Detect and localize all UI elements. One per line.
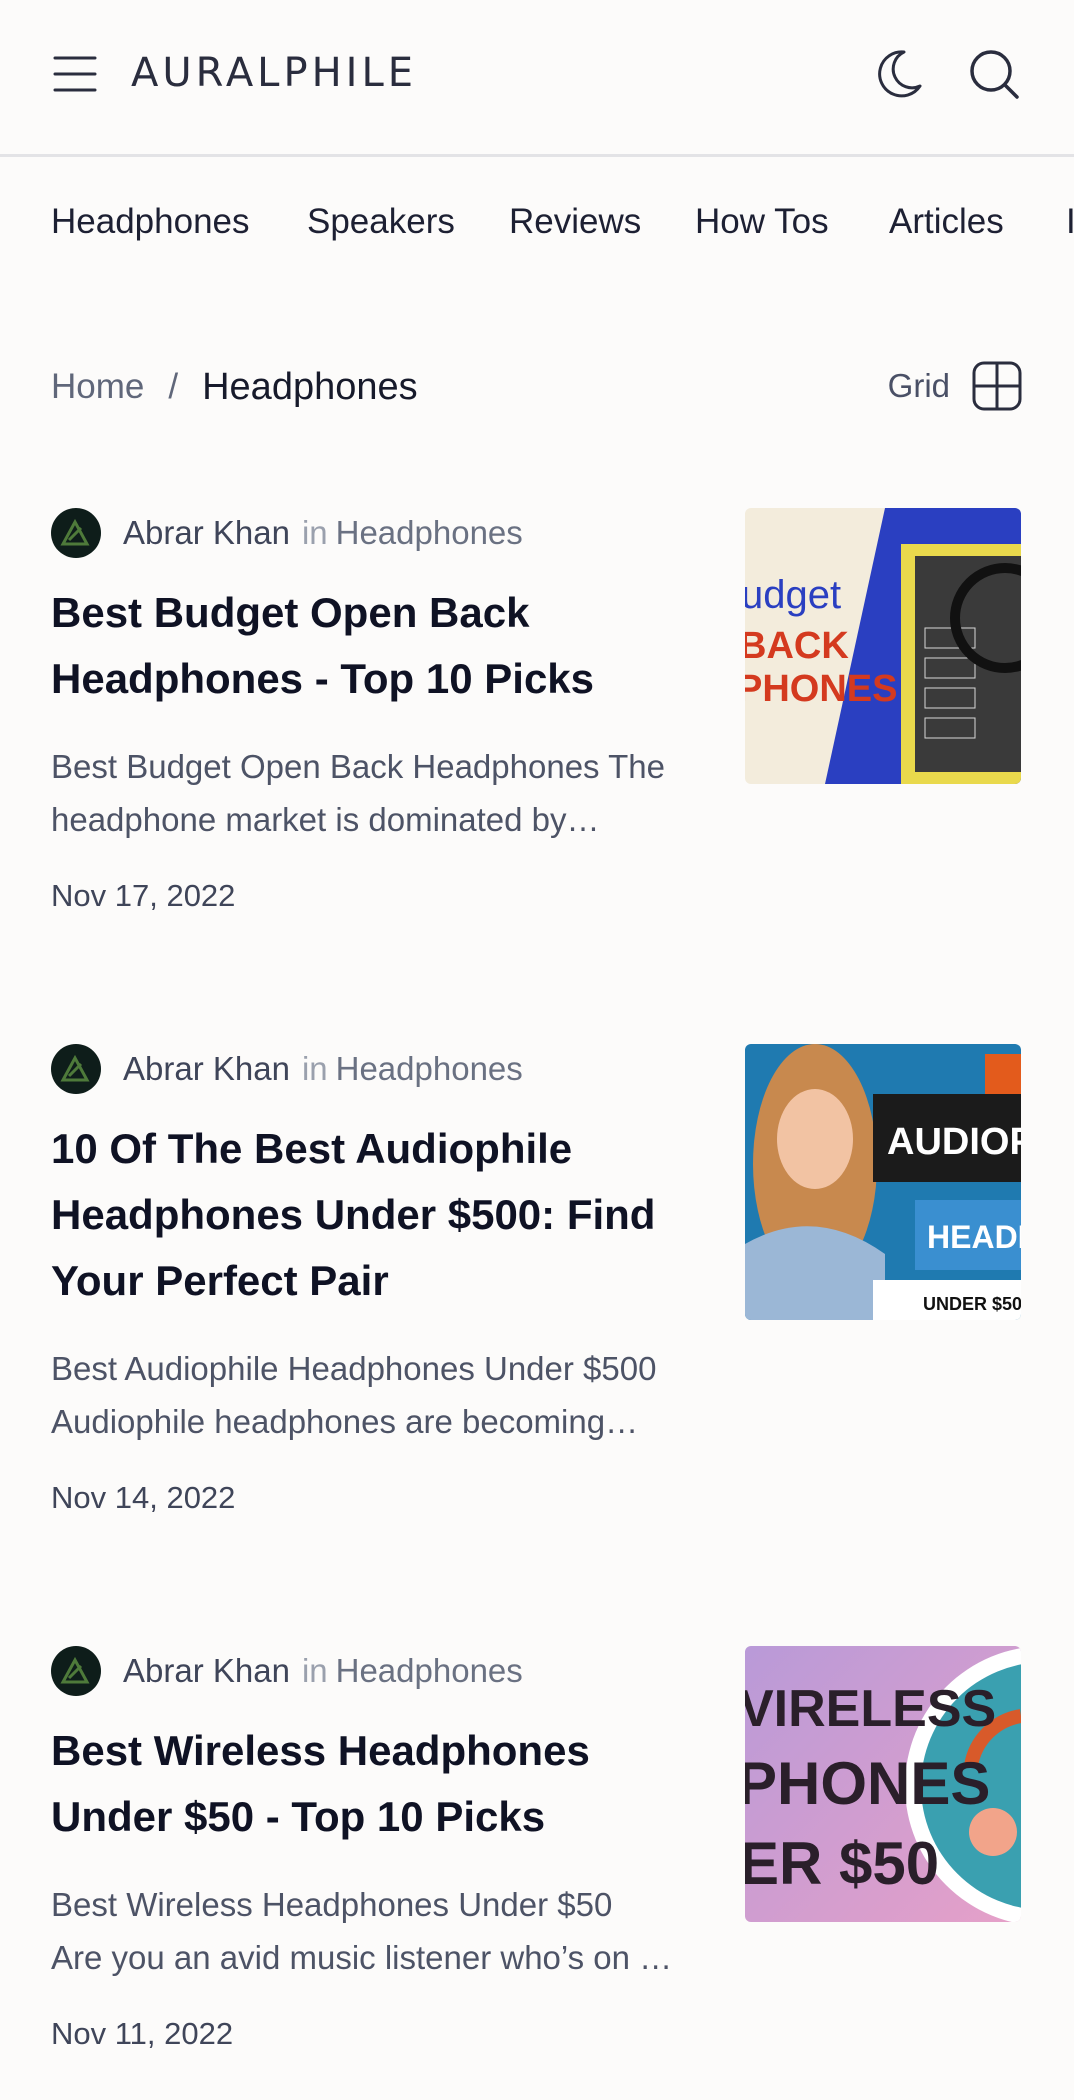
thumb-text: udget — [745, 573, 841, 617]
article-excerpt: Best Wireless Headphones Under $50 Are y… — [51, 1878, 717, 1984]
nav-item-speakers[interactable]: Speakers — [307, 202, 455, 242]
in-label: in — [301, 514, 328, 551]
nav-item-reviews[interactable]: Reviews — [509, 202, 641, 242]
excerpt-line: headphone market is dominated by… — [51, 801, 600, 838]
avatar-logo-icon — [60, 518, 90, 546]
thumb-text: ER $50 — [745, 1830, 939, 1897]
in-label: in — [301, 1652, 328, 1689]
nav-item-how-tos[interactable]: How Tos — [695, 202, 829, 242]
breadcrumb-separator: / — [168, 367, 179, 406]
category-link[interactable]: Headphones — [336, 1050, 523, 1088]
author-name[interactable]: Abrar Khan — [123, 1050, 290, 1088]
article-title[interactable]: 10 Of The Best Audiophile Headphones Und… — [51, 1116, 711, 1314]
thumb-text: PHONES — [745, 1750, 990, 1817]
hamburger-menu-icon[interactable] — [51, 50, 99, 98]
thumb-text: AUDIOPH — [887, 1121, 1021, 1163]
article-thumbnail[interactable]: udget BACK PHONES — [745, 508, 1021, 784]
excerpt-line: Are you an avid music listener who’s on … — [51, 1939, 673, 1976]
nav-item-articles[interactable]: Articles — [889, 202, 1004, 242]
article-card: Abrar Khan in Headphones 10 Of The Best … — [51, 1044, 1021, 1516]
excerpt-line: Best Budget Open Back Headphones The — [51, 748, 665, 785]
article-excerpt: Best Budget Open Back Headphones The hea… — [51, 740, 717, 846]
thumb-text: PHONES — [745, 668, 897, 710]
article-date: Nov 11, 2022 — [51, 2016, 234, 2051]
thumb-text: BACK — [745, 625, 849, 667]
nav-item-headphones[interactable]: Headphones — [51, 202, 250, 242]
breadcrumb: Home / Headphones — [51, 362, 418, 412]
author-name[interactable]: Abrar Khan — [123, 514, 290, 552]
author-avatar[interactable] — [51, 1646, 101, 1696]
avatar-logo-icon — [60, 1054, 90, 1082]
author-name[interactable]: Abrar Khan — [123, 1652, 290, 1690]
author-avatar[interactable] — [51, 508, 101, 558]
article-excerpt: Best Audiophile Headphones Under $500 Au… — [51, 1342, 717, 1448]
excerpt-line: Best Audiophile Headphones Under $500 — [51, 1350, 657, 1387]
article-date: Nov 14, 2022 — [51, 1480, 236, 1515]
logo-text: AURALPHILE — [131, 50, 418, 96]
excerpt-line: Audiophile headphones are becoming… — [51, 1403, 639, 1440]
author-avatar[interactable] — [51, 1044, 101, 1094]
search-icon[interactable] — [966, 46, 1022, 102]
category-link[interactable]: Headphones — [336, 514, 523, 552]
article-thumbnail[interactable]: VIRELESS PHONES ER $50 — [745, 1646, 1021, 1922]
article-thumbnail[interactable]: AUDIOPH HEADP UNDER $500 — [745, 1044, 1021, 1320]
site-logo[interactable]: AURALPHILE — [131, 48, 417, 98]
grid-icon — [972, 361, 1022, 411]
article-date: Nov 17, 2022 — [51, 878, 236, 913]
avatar-logo-icon — [60, 1656, 90, 1684]
article-title[interactable]: Best Wireless Headphones Under $50 - Top… — [51, 1718, 711, 1850]
article-title[interactable]: Best Budget Open Back Headphones - Top 1… — [51, 580, 711, 712]
category-nav: Headphones Speakers Reviews How Tos Arti… — [0, 160, 1074, 290]
category-link[interactable]: Headphones — [336, 1652, 523, 1690]
moon-icon[interactable] — [870, 46, 926, 102]
in-label: in — [301, 1050, 328, 1087]
site-header: AURALPHILE — [0, 0, 1074, 157]
breadcrumb-home[interactable]: Home — [51, 367, 144, 407]
thumb-text: HEADP — [927, 1219, 1021, 1255]
view-toggle-label: Grid — [887, 367, 950, 404]
excerpt-line: Best Wireless Headphones Under $50 — [51, 1886, 613, 1923]
grid-view-toggle[interactable]: Grid — [888, 360, 1022, 412]
article-card: Abrar Khan in Headphones Best Wireless H… — [51, 1646, 1021, 2052]
breadcrumb-current: Headphones — [202, 365, 418, 408]
article-card: Abrar Khan in Headphones Best Budget Ope… — [51, 508, 1021, 914]
thumb-text: VIRELESS — [745, 1680, 996, 1738]
thumb-text: UNDER $500 — [923, 1294, 1021, 1314]
nav-item-overflow[interactable]: I — [1066, 202, 1074, 242]
